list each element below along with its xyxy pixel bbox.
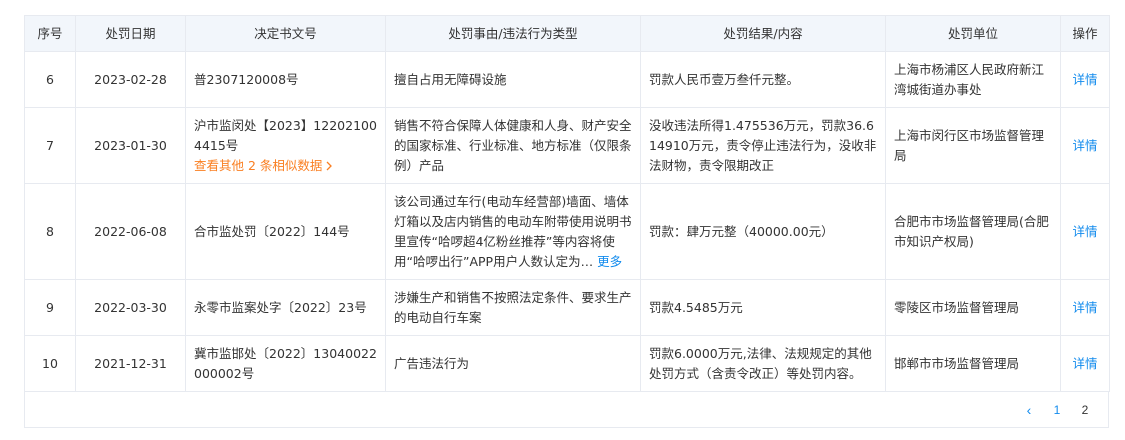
chevron-left-icon[interactable]: ‹ [1022,402,1036,418]
cell-reason: 销售不符合保障人体健康和人身、财产安全的国家标准、行业标准、地方标准（仅限条例）… [385,107,641,184]
pagination: ‹ 1 2 [24,392,1109,428]
table-row: 9 2022-03-30 永零市监案处字〔2022〕23号 涉嫌生产和销售不按照… [24,279,1110,336]
reason-text: 该公司通过车行(电动车经营部)墙面、墙体灯箱以及店内销售的电动车附带使用说明书里… [394,193,632,269]
cell-doc: 永零市监案处字〔2022〕23号 [185,279,386,336]
cell-unit: 零陵区市场监督管理局 [885,279,1061,336]
cell-action: 详情 [1060,51,1110,108]
cell-no: 8 [24,183,76,280]
table-row: 6 2023-02-28 普2307120008号 擅自占用无障碍设施 罚款人民… [24,51,1110,108]
header-doc: 决定书文号 [185,15,386,52]
more-link[interactable]: 更多 [597,254,622,269]
penalty-table-panel: 序号 处罚日期 决定书文号 处罚事由/违法行为类型 处罚结果/内容 处罚单位 操… [24,15,1110,428]
cell-result: 罚款4.5485万元 [640,279,886,336]
cell-result: 罚款人民币壹万叁仟元整。 [640,51,886,108]
similar-data-link[interactable]: 查看其他 2 条相似数据 [194,156,377,176]
header-no: 序号 [24,15,76,52]
doc-number: 沪市监闵处【2023】122021004415号 [194,117,377,153]
detail-link[interactable]: 详情 [1072,138,1097,153]
cell-no: 10 [24,335,76,392]
table-header-row: 序号 处罚日期 决定书文号 处罚事由/违法行为类型 处罚结果/内容 处罚单位 操… [24,15,1110,52]
header-op: 操作 [1060,15,1110,52]
cell-action: 详情 [1060,279,1110,336]
cell-date: 2022-03-30 [75,279,186,336]
cell-reason: 广告违法行为 [385,335,641,392]
cell-no: 6 [24,51,76,108]
cell-doc: 冀市监邯处〔2022〕13040022000002号 [185,335,386,392]
cell-action: 详情 [1060,183,1110,280]
cell-doc: 沪市监闵处【2023】122021004415号 查看其他 2 条相似数据 [185,107,386,184]
cell-reason: 该公司通过车行(电动车经营部)墙面、墙体灯箱以及店内销售的电动车附带使用说明书里… [385,183,641,280]
detail-link[interactable]: 详情 [1072,72,1097,87]
cell-unit: 上海市闵行区市场监督管理局 [885,107,1061,184]
cell-result: 罚款6.0000万元,法律、法规规定的其他处罚方式（含责令改正）等处罚内容。 [640,335,886,392]
penalty-table: 序号 处罚日期 决定书文号 处罚事由/违法行为类型 处罚结果/内容 处罚单位 操… [24,15,1110,392]
cell-unit: 上海市杨浦区人民政府新江湾城街道办事处 [885,51,1061,108]
cell-no: 7 [24,107,76,184]
chevron-right-icon [322,158,333,173]
detail-link[interactable]: 详情 [1072,356,1097,371]
cell-action: 详情 [1060,107,1110,184]
cell-reason: 擅自占用无障碍设施 [385,51,641,108]
cell-no: 9 [24,279,76,336]
table-row: 7 2023-01-30 沪市监闵处【2023】122021004415号 查看… [24,107,1110,184]
cell-date: 2022-06-08 [75,183,186,280]
detail-link[interactable]: 详情 [1072,300,1097,315]
cell-date: 2023-02-28 [75,51,186,108]
detail-link[interactable]: 详情 [1072,224,1097,239]
table-row: 10 2021-12-31 冀市监邯处〔2022〕13040022000002号… [24,335,1110,392]
header-reason: 处罚事由/违法行为类型 [385,15,641,52]
header-date: 处罚日期 [75,15,186,52]
cell-action: 详情 [1060,335,1110,392]
header-result: 处罚结果/内容 [640,15,886,52]
cell-reason: 涉嫌生产和销售不按照法定条件、要求生产的电动自行车案 [385,279,641,336]
cell-result: 罚款：肆万元整（40000.00元） [640,183,886,280]
cell-doc: 普2307120008号 [185,51,386,108]
page-2[interactable]: 2 [1078,403,1092,417]
similar-data-label: 查看其他 2 条相似数据 [194,157,323,173]
cell-unit: 邯郸市市场监督管理局 [885,335,1061,392]
cell-doc: 合市监处罚〔2022〕144号 [185,183,386,280]
cell-result: 没收违法所得1.475536万元，罚款36.614910万元，责令停止违法行为，… [640,107,886,184]
header-unit: 处罚单位 [885,15,1061,52]
page-1[interactable]: 1 [1050,403,1064,417]
cell-date: 2021-12-31 [75,335,186,392]
ellipsis: … [580,253,594,269]
table-row: 8 2022-06-08 合市监处罚〔2022〕144号 该公司通过车行(电动车… [24,183,1110,280]
cell-date: 2023-01-30 [75,107,186,184]
cell-unit: 合肥市市场监督管理局(合肥市知识产权局) [885,183,1061,280]
